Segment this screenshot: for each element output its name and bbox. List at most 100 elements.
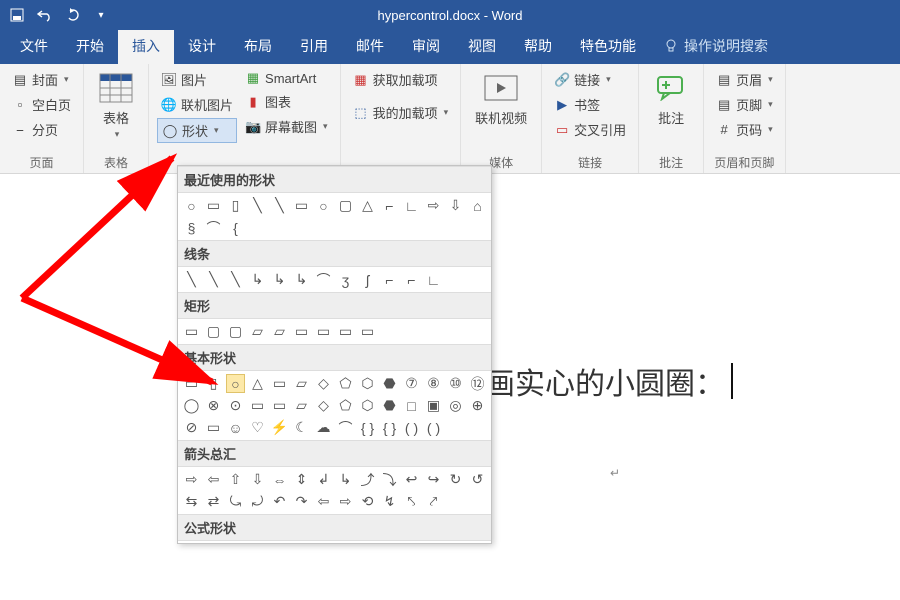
shape-item[interactable]: ⑫ xyxy=(468,374,487,393)
redo-icon[interactable] xyxy=(62,4,84,26)
crossref-button[interactable]: ▭交叉引用 xyxy=(550,118,630,141)
shape-item[interactable]: ⌐ xyxy=(380,196,399,215)
pictures-button[interactable]: 🖼图片 xyxy=(157,68,237,91)
shape-item[interactable]: ╲ xyxy=(204,270,223,289)
shape-item[interactable]: ♡ xyxy=(248,418,267,437)
tab-layout[interactable]: 布局 xyxy=(230,30,286,64)
shape-item[interactable]: ◇ xyxy=(314,374,333,393)
shape-item[interactable]: ╲ xyxy=(270,196,289,215)
shape-item[interactable]: ▭ xyxy=(358,322,377,341)
screenshot-button[interactable]: 📷屏幕截图▾ xyxy=(241,115,332,138)
shape-item[interactable]: ⬡ xyxy=(358,396,377,415)
blank-page-button[interactable]: ▫空白页 xyxy=(8,93,75,116)
shape-item[interactable]: ⚡ xyxy=(270,418,289,437)
tab-insert[interactable]: 插入 xyxy=(118,30,174,64)
shape-item[interactable]: ▱ xyxy=(270,322,289,341)
shape-item[interactable]: □ xyxy=(402,396,421,415)
shape-item[interactable]: △ xyxy=(358,196,377,215)
shape-item[interactable]: ⇨ xyxy=(336,492,355,511)
header-button[interactable]: ▤页眉▾ xyxy=(712,68,777,91)
shape-item[interactable]: ☾ xyxy=(292,418,311,437)
shape-item[interactable]: ╲ xyxy=(248,196,267,215)
shape-item[interactable]: ⇔ xyxy=(270,470,289,489)
pagenum-button[interactable]: #页码▾ xyxy=(712,118,777,141)
shape-item[interactable]: ⑩ xyxy=(446,374,465,393)
shape-item[interactable]: ↳ xyxy=(292,270,311,289)
shape-item[interactable]: ⤾ xyxy=(248,492,267,511)
shape-item[interactable]: ⌒ xyxy=(336,418,355,437)
shape-item[interactable]: ◯ xyxy=(182,396,201,415)
shape-item[interactable]: ☁ xyxy=(314,418,333,437)
table-button[interactable]: 表格▾ xyxy=(92,68,140,142)
shape-item[interactable]: ⇦ xyxy=(314,492,333,511)
shape-item[interactable]: ↺ xyxy=(468,470,487,489)
shape-item[interactable]: § xyxy=(182,218,201,237)
tab-help[interactable]: 帮助 xyxy=(510,30,566,64)
shape-item[interactable]: ▯ xyxy=(204,374,223,393)
tab-mailings[interactable]: 邮件 xyxy=(342,30,398,64)
save-icon[interactable] xyxy=(6,4,28,26)
shape-item[interactable]: ↳ xyxy=(270,270,289,289)
shape-item[interactable]: ▭ xyxy=(336,322,355,341)
shape-item[interactable]: ⟲ xyxy=(358,492,377,511)
shape-item[interactable]: ▭ xyxy=(204,196,223,215)
cover-page-button[interactable]: ▤封面▾ xyxy=(8,68,75,91)
shape-item[interactable]: ○ xyxy=(314,196,333,215)
shape-item[interactable]: ⊗ xyxy=(204,396,223,415)
shape-item[interactable]: ○ xyxy=(182,196,201,215)
shape-item[interactable]: ⇄ xyxy=(204,492,223,511)
shape-item[interactable]: ▭ xyxy=(270,396,289,415)
shape-item[interactable]: ⊕ xyxy=(468,396,487,415)
shape-item[interactable]: ◇ xyxy=(314,396,333,415)
shape-item[interactable]: ⬠ xyxy=(336,374,355,393)
shape-item[interactable]: ⇦ xyxy=(204,470,223,489)
shape-item[interactable]: ▭ xyxy=(204,418,223,437)
tab-view[interactable]: 视图 xyxy=(454,30,510,64)
shape-item[interactable]: ╲ xyxy=(182,270,201,289)
shape-item[interactable]: ↳ xyxy=(336,470,355,489)
shape-item[interactable]: ▭ xyxy=(248,396,267,415)
shape-item[interactable]: ⇆ xyxy=(182,492,201,511)
shape-item[interactable]: ○ xyxy=(226,374,245,393)
shape-item[interactable]: ⬠ xyxy=(336,396,355,415)
shape-item[interactable]: ⇩ xyxy=(248,470,267,489)
shape-item[interactable]: ↯ xyxy=(380,492,399,511)
shape-item[interactable]: ↻ xyxy=(446,470,465,489)
qat-customize-icon[interactable]: ▾ xyxy=(90,4,112,26)
tab-special[interactable]: 特色功能 xyxy=(566,30,650,64)
shape-item[interactable]: ⌐ xyxy=(380,270,399,289)
shape-item[interactable]: ▱ xyxy=(292,396,311,415)
shape-item[interactable]: ⤿ xyxy=(226,492,245,511)
shape-item[interactable]: ⤤ xyxy=(424,492,443,511)
shape-item[interactable]: ʒ xyxy=(336,270,355,289)
shape-item[interactable]: ▭ xyxy=(292,196,311,215)
shape-item[interactable]: ∟ xyxy=(424,270,443,289)
shape-item[interactable]: ⊙ xyxy=(226,396,245,415)
link-button[interactable]: 🔗链接▾ xyxy=(550,68,630,91)
shape-item[interactable]: ╲ xyxy=(226,270,245,289)
tab-design[interactable]: 设计 xyxy=(174,30,230,64)
shape-item[interactable]: ▭ xyxy=(182,374,201,393)
shape-item[interactable]: ⬣ xyxy=(380,396,399,415)
shape-item[interactable]: ⑧ xyxy=(424,374,443,393)
shape-item[interactable]: { } xyxy=(358,418,377,437)
get-addins-button[interactable]: ▦获取加载项 xyxy=(349,68,453,91)
shape-item[interactable]: ▣ xyxy=(424,396,443,415)
shape-item[interactable]: ⇨ xyxy=(182,470,201,489)
shape-item[interactable]: ↶ xyxy=(270,492,289,511)
shape-item[interactable]: ⊘ xyxy=(182,418,201,437)
tab-home[interactable]: 开始 xyxy=(62,30,118,64)
page-break-button[interactable]: ⎯分页 xyxy=(8,118,75,141)
online-pictures-button[interactable]: 🌐联机图片 xyxy=(157,93,237,116)
shape-item[interactable]: ⑦ xyxy=(402,374,421,393)
undo-icon[interactable] xyxy=(34,4,56,26)
shape-item[interactable]: ( ) xyxy=(402,418,421,437)
shape-item[interactable]: ☺ xyxy=(226,418,245,437)
shape-item[interactable]: ⬣ xyxy=(380,374,399,393)
shape-item[interactable]: ⌒ xyxy=(314,270,333,289)
shape-item[interactable]: ⌂ xyxy=(468,196,487,215)
shape-item[interactable]: ◎ xyxy=(446,396,465,415)
shape-item[interactable]: { xyxy=(226,218,245,237)
chart-button[interactable]: ▮图表 xyxy=(241,90,332,113)
shape-item[interactable]: ∟ xyxy=(402,196,421,215)
